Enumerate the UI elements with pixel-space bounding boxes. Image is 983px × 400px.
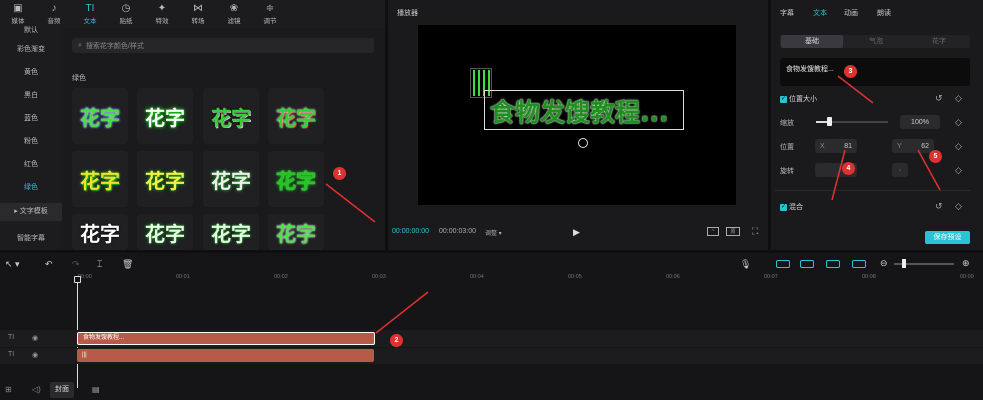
- annotation-badge-3: 3: [844, 65, 857, 78]
- arrow-3: [837, 75, 874, 104]
- arrow-1: [325, 183, 376, 223]
- annotation-badge-1: 1: [333, 167, 346, 180]
- annotation-badge-2: 2: [390, 334, 403, 347]
- annotation-arrows: [325, 75, 941, 334]
- arrow-2: [375, 291, 429, 334]
- arrow-4: [831, 149, 846, 201]
- annotation-badge-4: 4: [842, 162, 855, 175]
- annotation-badge-5: 5: [929, 150, 942, 163]
